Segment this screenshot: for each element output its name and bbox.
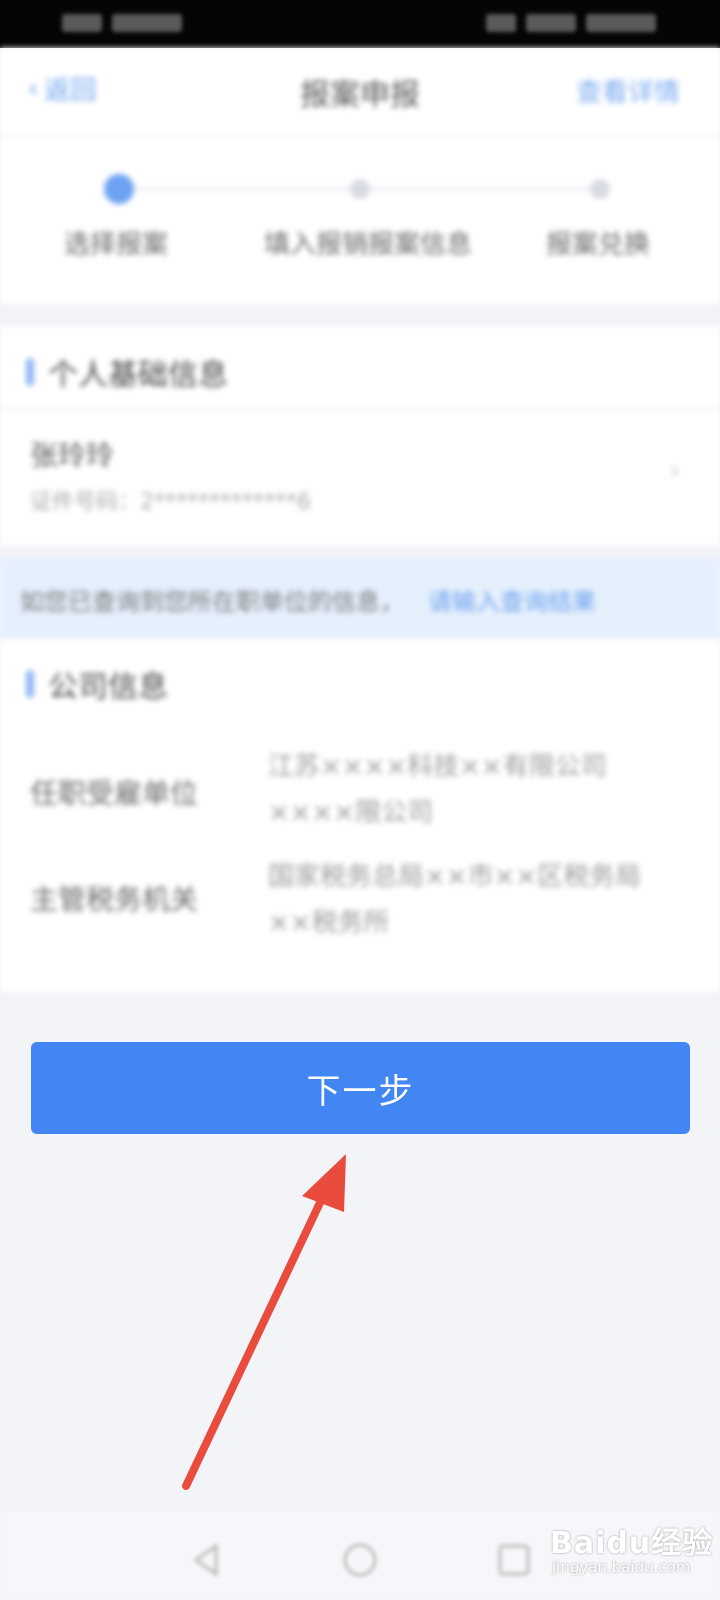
navbar: ‹ 返回 报案申报 查看详情 [0,48,720,136]
notice-banner: 如您已查询到您所在职单位的信息， 请输入查询结果 [0,558,720,638]
employer-label: 任职受雇单位 [30,777,199,810]
notice-link[interactable]: 请输入查询结果 [428,582,596,617]
next-step-button[interactable]: 下一步 [31,1042,690,1134]
step-3-indicator [590,179,610,199]
step-1-label: 选择报案 [64,230,169,260]
battery-icon [526,14,576,32]
step-1-indicator [104,174,134,204]
baidu-watermark: Baidu经验 jingyan.baidu.com [550,1518,714,1576]
nav-action-button[interactable]: 查看详情 [576,72,680,109]
status-bar [0,0,720,48]
tax-authority-value: 国家税务总局××市××区税务局××税务所 [268,862,642,938]
person-id-line: 证件号码：2*************6 [30,490,311,515]
signal-icon [62,14,102,32]
arrow-head [302,1154,346,1212]
arrow-shaft [182,1186,330,1490]
company-info-section: 公司信息 任职受雇单位 江苏××××科技××有限公司××××限公司 主管税务机关… [0,640,720,992]
divider [0,408,720,410]
watermark-sub: jingyan.baidu.com [552,1558,691,1576]
wifi-icon [486,14,516,32]
employer-value: 江苏××××科技××有限公司××××限公司 [268,752,607,828]
step-2-indicator [350,179,370,199]
recents-square-icon[interactable] [494,1540,534,1580]
section-title: 个人基础信息 [48,358,228,393]
step-connector [370,188,590,190]
clock-icon [586,14,656,32]
back-triangle-icon[interactable] [186,1540,226,1580]
tax-authority-label: 主管税务机关 [30,883,199,916]
network-icon [112,14,182,32]
step-3-label: 报案兑换 [546,230,651,260]
status-right-icons [486,14,656,32]
home-circle-icon[interactable] [340,1540,380,1580]
section-header: 个人基础信息 [26,350,228,394]
watermark-main: Baidu经验 [550,1526,714,1561]
chevron-right-icon: › [669,456,680,486]
step-connector [130,188,350,190]
progress-steps: 选择报案 填入报销报案信息 报案兑换 [0,136,720,304]
status-left-icons [62,14,182,32]
section-accent-bar [26,670,34,698]
section-accent-bar [26,358,34,386]
personal-info-section: 个人基础信息 张玲玲 证件号码：2*************6 › [0,326,720,546]
person-name: 张玲玲 [30,439,115,472]
section-title: 公司信息 [48,670,168,705]
step-2-label: 填入报销报案信息 [264,230,473,260]
notice-text: 如您已查询到您所在职单位的信息， [20,588,404,616]
section-header: 公司信息 [26,662,168,706]
